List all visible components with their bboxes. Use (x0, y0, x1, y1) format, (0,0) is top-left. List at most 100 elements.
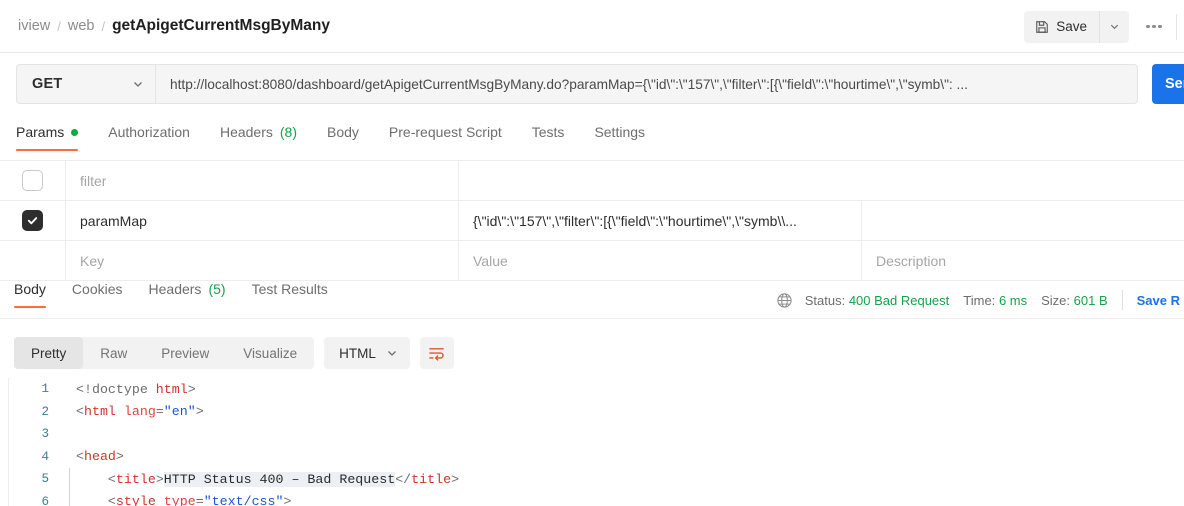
tab-test-results[interactable]: Test Results (252, 281, 328, 308)
http-method-selector[interactable]: GET (16, 64, 155, 104)
status-value: 400 Bad Request (848, 292, 950, 308)
url-input[interactable]: http://localhost:8080/dashboard/getApige… (155, 64, 1138, 104)
url-input-value: http://localhost:8080/dashboard/getApige… (170, 76, 968, 92)
save-response-button[interactable]: Save R (1137, 293, 1180, 308)
code-line-text: <html lang="en"> (76, 404, 204, 420)
tab-response-headers[interactable]: Headers (5) (149, 281, 226, 308)
table-row: filter (0, 161, 1184, 201)
http-method-value: GET (32, 76, 63, 92)
meta-divider (1121, 290, 1123, 310)
tab-body[interactable]: Body (327, 124, 359, 151)
more-actions-button[interactable] (1137, 11, 1171, 43)
row-checkbox-cell (0, 201, 65, 240)
row-key-cell[interactable]: paramMap (65, 201, 458, 240)
row-key-cell[interactable]: filter (65, 161, 458, 200)
request-tabs: Params Authorization Headers (8) Body Pr… (0, 124, 1184, 160)
fold-guide (62, 401, 76, 424)
fold-guide (62, 446, 76, 469)
time-label: Time: (963, 292, 996, 308)
code-line: 3 (0, 423, 1184, 446)
tab-response-cookies[interactable]: Cookies (72, 281, 123, 308)
tab-authorization[interactable]: Authorization (108, 124, 190, 151)
row-value-cell[interactable] (458, 161, 861, 200)
chevron-down-icon (1109, 21, 1120, 32)
line-number: 3 (41, 427, 49, 442)
response-body-toolbar: Pretty Raw Preview Visualize HTML (0, 330, 1184, 376)
tab-headers-label: Headers (219, 124, 273, 140)
tab-test-results-label: Test Results (251, 281, 328, 297)
code-line: 5 <title>HTTP Status 400 – Bad Request</… (0, 468, 1184, 491)
response-body-code[interactable]: 1 <!doctype html> 2 <html lang="en"> 3 4 <head… (0, 378, 1184, 506)
tab-params[interactable]: Params (16, 124, 79, 151)
tab-settings[interactable]: Settings (594, 124, 645, 151)
params-table: filter paramMap {\"id\":\"157\",\"filter… (0, 160, 1184, 281)
tab-response-body-label: Body (14, 281, 46, 297)
word-wrap-icon (428, 345, 445, 362)
table-row: paramMap {\"id\":\"157\",\"filter\":[{\"… (0, 201, 1184, 241)
fold-guide (62, 423, 76, 446)
new-key-input[interactable]: Key (65, 241, 458, 280)
fold-guide (62, 378, 76, 401)
check-icon (26, 214, 39, 227)
row-value-cell[interactable]: {\"id\":\"157\",\"filter\":[{\"field\":\… (458, 201, 861, 240)
new-value-input[interactable]: Value (458, 241, 861, 280)
size-value: 601 B (1073, 292, 1108, 308)
save-button-label: Save (1056, 19, 1087, 34)
line-number: 4 (41, 449, 49, 464)
tab-body-label: Body (327, 124, 359, 140)
breadcrumb: iview / web / getApigetCurrentMsgByMany (18, 17, 330, 35)
breadcrumb-item-folder[interactable]: web (68, 18, 95, 34)
fold-guide (62, 468, 76, 491)
tab-pre-request-script[interactable]: Pre-request Script (389, 124, 502, 151)
row-checkbox-parammap[interactable] (22, 210, 43, 231)
code-line: 4 <head> (0, 446, 1184, 469)
word-wrap-toggle[interactable] (419, 337, 454, 369)
tab-tests[interactable]: Tests (532, 124, 565, 151)
app-header: iview / web / getApigetCurrentMsgByMany … (0, 0, 1184, 53)
size-label: Size: (1041, 292, 1071, 308)
row-checkbox-filter[interactable] (22, 170, 43, 191)
view-raw[interactable]: Raw (83, 337, 144, 369)
tab-response-body[interactable]: Body (14, 281, 46, 308)
floppy-disk-icon (1035, 20, 1049, 34)
ellipsis-icon (1146, 24, 1162, 29)
tab-response-headers-count: (5) (208, 281, 226, 297)
tab-settings-label: Settings (594, 124, 646, 140)
view-preview[interactable]: Preview (144, 337, 226, 369)
tab-headers-count: (8) (279, 124, 297, 140)
code-line: 6 <style type="text/css"> (0, 491, 1184, 506)
new-description-input[interactable]: Description (861, 241, 1184, 280)
send-button[interactable]: Send (1152, 64, 1184, 104)
header-divider (1176, 13, 1177, 40)
view-pretty[interactable]: Pretty (14, 337, 84, 369)
time-badge: Time: 6 ms (963, 293, 1027, 308)
chevron-down-icon (132, 78, 144, 90)
tab-authorization-label: Authorization (108, 124, 190, 140)
status-badge: Status: 400 Bad Request (805, 293, 950, 308)
header-actions: Save (1024, 0, 1184, 53)
tab-tests-label: Tests (531, 124, 565, 140)
table-row-new: Key Value Description (0, 241, 1184, 281)
line-number: 5 (41, 472, 49, 487)
gutter-divider (8, 378, 9, 506)
globe-icon[interactable] (776, 292, 793, 309)
save-button[interactable]: Save (1024, 10, 1099, 43)
breadcrumb-separator: / (101, 18, 106, 34)
breadcrumb-item-collection[interactable]: iview (18, 18, 50, 34)
response-format-value: HTML (339, 345, 376, 361)
row-description-cell[interactable] (861, 161, 1184, 200)
code-line-text: <head> (76, 449, 124, 465)
row-description-cell[interactable] (861, 201, 1184, 240)
tab-headers[interactable]: Headers (8) (220, 124, 297, 151)
row-key-value: paramMap (80, 212, 147, 229)
params-modified-dot-icon (71, 128, 79, 136)
line-number: 2 (41, 404, 49, 419)
code-line: 2 <html lang="en"> (0, 401, 1184, 424)
breadcrumb-current-request: getApigetCurrentMsgByMany (112, 17, 330, 34)
save-options-dropdown[interactable] (1099, 10, 1129, 43)
code-line-text: <title>HTTP Status 400 – Bad Request</ti… (76, 471, 460, 487)
response-format-selector[interactable]: HTML (324, 337, 410, 369)
row-checkbox-cell (0, 241, 65, 280)
tab-pre-request-script-label: Pre-request Script (388, 124, 502, 140)
view-visualize[interactable]: Visualize (226, 337, 314, 369)
